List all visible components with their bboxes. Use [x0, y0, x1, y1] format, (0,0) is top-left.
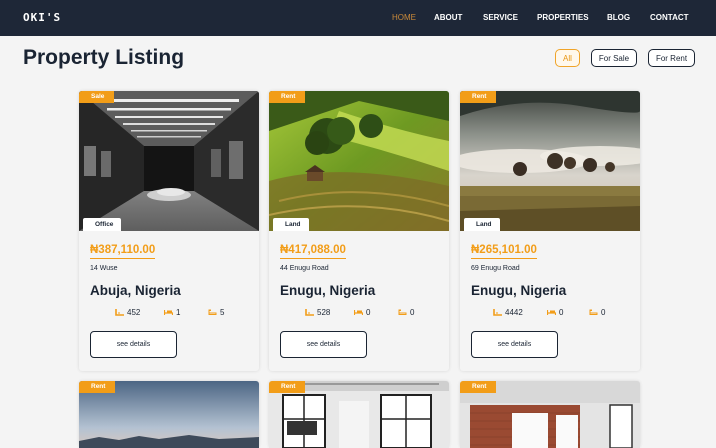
property-image[interactable]: Sale Office — [79, 91, 259, 231]
bed-value: 0 — [559, 308, 564, 317]
nav-contact[interactable]: CONTACT — [650, 13, 689, 22]
listing-tag: Rent — [79, 381, 116, 393]
brand-logo[interactable]: OKI'S — [23, 11, 61, 24]
filter-rent-button[interactable]: For Rent — [648, 49, 695, 67]
property-street: 44 Enugu Road — [280, 265, 329, 272]
area-value: 4442 — [505, 308, 523, 317]
area-icon — [115, 309, 124, 316]
bed-icon — [164, 310, 173, 315]
property-image[interactable]: Rent Land — [269, 91, 449, 231]
bath-icon — [398, 309, 407, 315]
bath-stat: 0 — [398, 308, 414, 317]
property-price: ₦387,110.00 — [90, 244, 156, 259]
property-card: Sale Office ₦387,110.00 14 Wuse Abuja, N… — [79, 91, 259, 371]
filter-all-button[interactable]: All — [555, 49, 580, 67]
property-type-label: Land — [464, 218, 500, 231]
nav-home[interactable]: HOME — [392, 13, 416, 22]
bed-icon — [547, 310, 556, 315]
area-value: 528 — [317, 308, 331, 317]
property-city: Enugu, Nigeria — [471, 283, 567, 298]
property-price: ₦265,101.00 — [471, 244, 537, 259]
listing-tag: Rent — [269, 381, 306, 393]
property-image[interactable]: Rent — [79, 381, 259, 448]
nav-blog[interactable]: BLOG — [607, 13, 630, 22]
property-city: Enugu, Nigeria — [280, 283, 376, 298]
bed-stat: 0 — [354, 308, 370, 317]
listing-tag: Rent — [269, 91, 306, 103]
bath-value: 0 — [601, 308, 606, 317]
property-street: 69 Enugu Road — [471, 265, 520, 272]
area-icon — [493, 309, 502, 316]
bath-stat: 0 — [589, 308, 605, 317]
property-card: Rent Land ₦265,101.00 69 Enugu Road Enug… — [460, 91, 640, 371]
see-details-button[interactable]: see details — [471, 331, 558, 358]
top-navbar: OKI'S HOME ABOUT SERVICE PROPERTIES BLOG… — [0, 0, 716, 36]
bath-value: 0 — [410, 308, 415, 317]
area-value: 452 — [127, 308, 141, 317]
bath-icon — [208, 309, 217, 315]
see-details-button[interactable]: see details — [90, 331, 177, 358]
bed-icon — [354, 310, 363, 315]
listing-tag: Rent — [460, 381, 497, 393]
bath-value: 5 — [220, 308, 225, 317]
property-card: Rent Land ₦417,088.00 44 Enugu Road Enug… — [269, 91, 449, 371]
listing-tag: Sale — [79, 91, 115, 103]
nav-properties[interactable]: PROPERTIES — [537, 13, 589, 22]
property-type-label: Land — [273, 218, 309, 231]
see-details-button[interactable]: see details — [280, 331, 367, 358]
property-image[interactable]: Rent Land — [460, 91, 640, 231]
bath-stat: 5 — [208, 308, 224, 317]
bed-stat: 1 — [164, 308, 180, 317]
nav-about[interactable]: ABOUT — [434, 13, 462, 22]
area-stat: 4442 — [493, 308, 523, 317]
property-card: Rent — [269, 381, 449, 448]
property-card: Rent — [79, 381, 259, 448]
filter-sale-button[interactable]: For Sale — [591, 49, 637, 67]
area-stat: 452 — [115, 308, 140, 317]
property-street: 14 Wuse — [90, 265, 118, 272]
bed-value: 1 — [176, 308, 181, 317]
property-type-label: Office — [83, 218, 122, 231]
property-image[interactable]: Rent — [269, 381, 449, 448]
property-image[interactable]: Rent — [460, 381, 640, 448]
bath-icon — [589, 309, 598, 315]
property-city: Abuja, Nigeria — [90, 283, 181, 298]
bed-stat: 0 — [547, 308, 563, 317]
nav-service[interactable]: SERVICE — [483, 13, 518, 22]
bed-value: 0 — [366, 308, 371, 317]
property-price: ₦417,088.00 — [280, 244, 346, 259]
property-card: Rent — [460, 381, 640, 448]
page-title: Property Listing — [23, 46, 185, 69]
listing-tag: Rent — [460, 91, 497, 103]
area-icon — [305, 309, 314, 316]
area-stat: 528 — [305, 308, 330, 317]
